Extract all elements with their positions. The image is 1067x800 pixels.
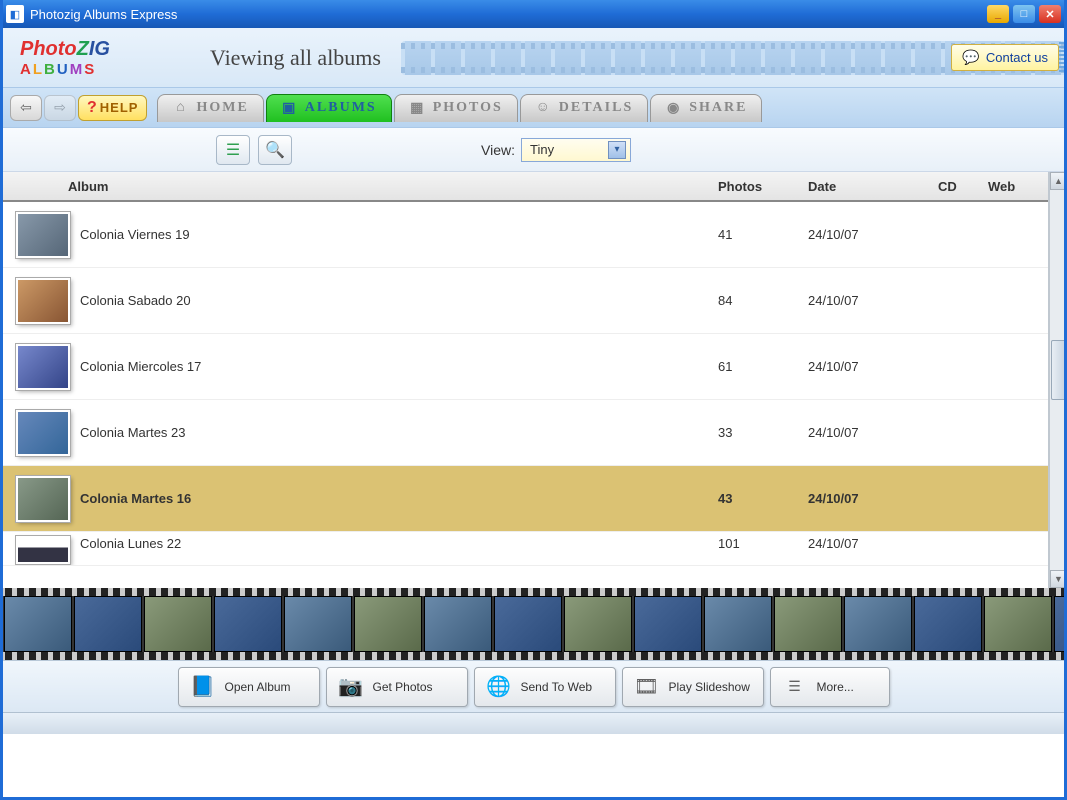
filmstrip-thumbnail[interactable] [634,596,702,652]
filmstrip-thumbnail[interactable] [424,596,492,652]
toolbar: ☰ 🔍 View: Tiny ▾ [0,128,1067,172]
page-title: Viewing all albums [210,45,381,71]
action-bar: 📘 Open Album 📷 Get Photos 🌐 Send To Web … [0,660,1067,712]
table-row[interactable]: Colonia Lunes 22 101 24/10/07 [0,532,1048,566]
filmstrip-thumbnail[interactable] [984,596,1052,652]
globe-icon: ◉ [665,100,683,116]
table-row-selected[interactable]: Colonia Martes 16 43 24/10/07 [0,466,1048,532]
search-button[interactable]: 🔍 [258,135,292,165]
filmstrip-thumbnail[interactable] [564,596,632,652]
globe-icon: 🌐 [485,673,513,701]
tab-albums[interactable]: ▣ALBUMS [266,94,392,122]
scroll-down-button[interactable]: ▼ [1050,570,1067,588]
magnifier-icon: 🔍 [265,140,285,160]
col-web[interactable]: Web [988,179,1048,194]
nav-bar: ⇦ ⇨ ?HELP ⌂HOME ▣ALBUMS ▦PHOTOS ☺DETAILS… [0,88,1067,128]
filmstrip-thumbnail[interactable] [144,596,212,652]
chevron-down-icon: ▾ [608,141,626,159]
scroll-thumb[interactable] [1051,340,1066,400]
tab-share[interactable]: ◉SHARE [650,94,762,122]
app-icon: ◧ [6,5,24,23]
help-button[interactable]: ?HELP [78,95,147,121]
filmstrip-thumbnail[interactable] [214,596,282,652]
speech-bubble-icon: 💬 [962,49,979,66]
more-button[interactable]: ☰ More... [770,667,890,707]
filmstrip-thumbnail[interactable] [494,596,562,652]
title-bar: ◧ Photozig Albums Express _ □ ✕ [0,0,1067,28]
status-bar [0,712,1067,734]
home-icon: ⌂ [172,100,190,116]
window-title: Photozig Albums Express [30,7,987,22]
header: PhotoZIG ALBUMS Viewing all albums 💬 Con… [0,28,1067,88]
album-icon: 📘 [189,673,217,701]
tab-photos[interactable]: ▦PHOTOS [394,94,518,122]
forward-button[interactable]: ⇨ [44,95,76,121]
albums-icon: ▣ [281,100,299,116]
photo-filmstrip [0,588,1067,660]
tab-details[interactable]: ☺DETAILS [520,94,648,122]
table-row[interactable]: Colonia Sabado 20 84 24/10/07 [0,268,1048,334]
logo: PhotoZIG ALBUMS [0,38,180,78]
scroll-up-button[interactable]: ▲ [1050,172,1067,190]
filmstrip-thumbnail[interactable] [354,596,422,652]
album-thumbnail [16,410,70,456]
album-thumbnail [16,278,70,324]
open-album-button[interactable]: 📘 Open Album [178,667,320,707]
close-button[interactable]: ✕ [1039,5,1061,23]
album-table: Album Photos Date CD Web Colonia Viernes… [0,172,1067,588]
filmstrip-thumbnail[interactable] [4,596,72,652]
minimize-button[interactable]: _ [987,5,1009,23]
list-icon: ☰ [781,673,809,701]
filmstrip-thumbnail[interactable] [914,596,982,652]
contact-us-button[interactable]: 💬 Contact us [951,44,1059,71]
filmstrip-thumbnail[interactable] [1054,596,1067,652]
maximize-button[interactable]: □ [1013,5,1035,23]
table-header: Album Photos Date CD Web [0,172,1048,202]
album-thumbnail [16,212,70,258]
col-date[interactable]: Date [808,179,938,194]
album-thumbnail [16,476,70,522]
filmstrip-thumbnail[interactable] [74,596,142,652]
play-slideshow-button[interactable]: 🎞 Play Slideshow [622,667,764,707]
view-label: View: [481,142,515,158]
header-grip [1059,42,1065,72]
filmstrip-thumbnail[interactable] [704,596,772,652]
album-thumbnail [16,344,70,390]
col-cd[interactable]: CD [938,179,988,194]
camera-icon: 📷 [337,673,365,701]
film-icon: 🎞 [633,673,661,701]
filmstrip-thumbnail[interactable] [774,596,842,652]
tree-icon: ☰ [226,140,240,160]
table-row[interactable]: Colonia Viernes 19 41 24/10/07 [0,202,1048,268]
send-to-web-button[interactable]: 🌐 Send To Web [474,667,616,707]
contact-label: Contact us [986,50,1048,65]
get-photos-button[interactable]: 📷 Get Photos [326,667,468,707]
vertical-scrollbar[interactable]: ▲ ▼ [1049,172,1067,588]
back-button[interactable]: ⇦ [10,95,42,121]
filmstrip-thumbnail[interactable] [284,596,352,652]
view-dropdown[interactable]: Tiny ▾ [521,138,631,162]
table-row[interactable]: Colonia Miercoles 17 61 24/10/07 [0,334,1048,400]
col-photos[interactable]: Photos [718,179,808,194]
album-thumbnail [16,536,70,564]
col-album[interactable]: Album [0,179,718,194]
view-value: Tiny [530,142,554,157]
person-icon: ☺ [535,100,553,116]
table-row[interactable]: Colonia Martes 23 33 24/10/07 [0,400,1048,466]
tree-view-button[interactable]: ☰ [216,135,250,165]
grid-icon: ▦ [409,100,427,116]
filmstrip-thumbnail[interactable] [844,596,912,652]
tab-home[interactable]: ⌂HOME [157,94,263,122]
